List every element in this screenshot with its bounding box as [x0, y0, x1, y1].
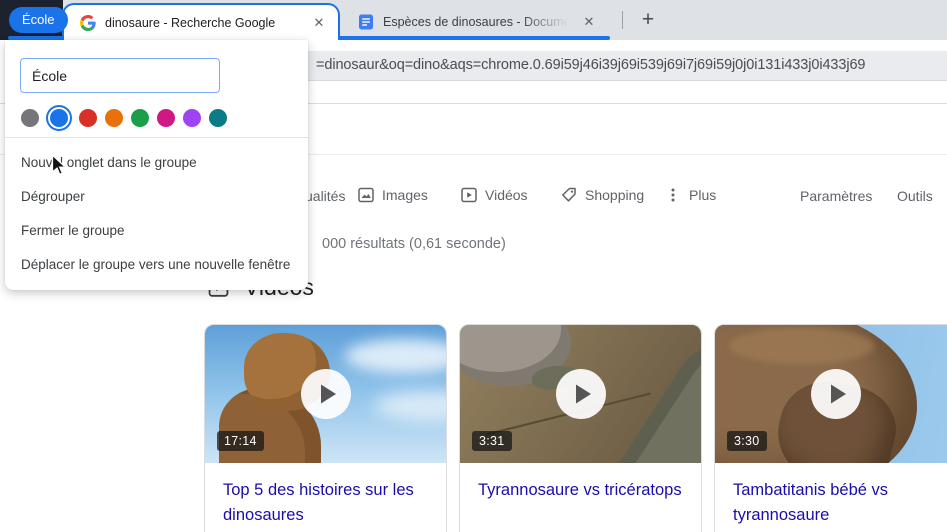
nav-label: Shopping: [585, 187, 644, 203]
thumb-art: [594, 328, 701, 463]
color-swatch-green[interactable]: [131, 109, 149, 127]
video-duration: 3:30: [727, 431, 767, 451]
color-swatch-pink[interactable]: [157, 109, 175, 127]
docs-favicon: [358, 14, 374, 30]
thumb-art: [345, 339, 446, 373]
nav-label: Plus: [689, 187, 716, 203]
video-title-link[interactable]: Tyrannosaure vs tricératops: [478, 478, 683, 503]
close-tab-icon[interactable]: ✕: [580, 13, 598, 31]
url-text: =dinosaur&oq=dino&aqs=chrome.0.69i59j46i…: [316, 57, 865, 73]
play-icon[interactable]: [810, 368, 862, 420]
thumb-art: [374, 391, 446, 421]
nav-label: Vidéos: [485, 187, 528, 203]
video-title-link[interactable]: Tambatitanis bébé vs tyrannosaure: [733, 478, 938, 528]
video-cards: 17:14 Top 5 des histoires sur les dinosa…: [204, 324, 947, 532]
menu-item-move-group-new-window[interactable]: Déplacer le groupe vers une nouvelle fen…: [5, 248, 308, 282]
google-favicon: [80, 15, 96, 31]
video-duration: 17:14: [217, 431, 264, 451]
group-name-input[interactable]: [20, 58, 220, 93]
color-swatch-purple[interactable]: [183, 109, 201, 127]
video-card[interactable]: 17:14 Top 5 des histoires sur les dinosa…: [204, 324, 447, 532]
menu-item-close-group[interactable]: Fermer le groupe: [5, 214, 308, 248]
video-thumbnail[interactable]: 17:14: [205, 325, 446, 463]
tab-group-menu: Nouvel onglet dans le groupe Dégrouper F…: [5, 40, 308, 290]
video-title-link[interactable]: Top 5 des histoires sur les dinosaures: [223, 478, 428, 528]
tab-title: Espèces de dinosaures - Docume: [383, 15, 574, 29]
color-swatch-orange[interactable]: [105, 109, 123, 127]
video-card[interactable]: 3:30 Tambatitanis bébé vs tyrannosaure: [714, 324, 947, 532]
group-color-picker: [21, 106, 227, 130]
color-swatch-red[interactable]: [79, 109, 97, 127]
nav-shopping[interactable]: Shopping: [560, 186, 644, 204]
videos-icon: [460, 186, 478, 204]
video-thumbnail[interactable]: 3:30: [715, 325, 947, 463]
tab-strip: Espèces de dinosaures - Docume ✕ dinosau…: [0, 0, 947, 40]
close-tab-icon[interactable]: ✕: [310, 14, 328, 32]
menu-divider: [5, 137, 308, 138]
nav-plus[interactable]: Plus: [664, 186, 716, 204]
video-thumbnail[interactable]: 3:31: [460, 325, 701, 463]
nav-actualites-partial[interactable]: ualités: [305, 188, 345, 204]
results-stats: 000 résultats (0,61 seconde): [322, 236, 506, 252]
play-icon[interactable]: [555, 368, 607, 420]
nav-outils[interactable]: Outils: [897, 188, 933, 204]
more-icon: [664, 186, 682, 204]
nav-images[interactable]: Images: [357, 186, 428, 204]
thumb-art: [729, 328, 874, 364]
video-duration: 3:31: [472, 431, 512, 451]
shopping-icon: [560, 186, 578, 204]
tab-dinosaure-recherche[interactable]: dinosaure - Recherche Google ✕: [62, 3, 340, 40]
nav-videos[interactable]: Vidéos: [460, 186, 528, 204]
tab-strip-divider: [622, 11, 623, 29]
images-icon: [357, 186, 375, 204]
nav-parametres[interactable]: Paramètres: [800, 188, 872, 204]
tab-title: dinosaure - Recherche Google: [105, 16, 304, 30]
tab-especes-dinosaures[interactable]: Espèces de dinosaures - Docume ✕: [342, 3, 608, 40]
video-card[interactable]: 3:31 Tyrannosaure vs tricératops: [459, 324, 702, 532]
play-icon[interactable]: [300, 368, 352, 420]
browser-window: ualités Images Vidéos: [0, 0, 947, 532]
tab-group-badge[interactable]: École: [9, 7, 68, 33]
address-bar[interactable]: =dinosaur&oq=dino&aqs=chrome.0.69i59j46i…: [260, 51, 947, 81]
nav-label: Images: [382, 187, 428, 203]
menu-item-ungroup[interactable]: Dégrouper: [5, 180, 308, 214]
color-swatch-teal[interactable]: [209, 109, 227, 127]
color-swatch-blue[interactable]: [50, 109, 68, 127]
new-tab-button[interactable]: +: [634, 6, 662, 34]
mouse-cursor: [49, 154, 69, 176]
color-swatch-grey[interactable]: [21, 109, 39, 127]
